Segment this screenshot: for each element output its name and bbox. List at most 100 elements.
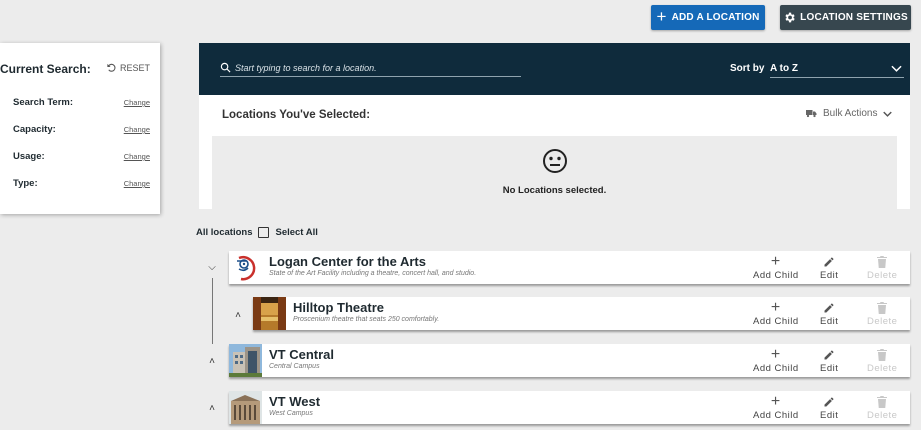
reset-button[interactable]: RESET xyxy=(106,62,150,73)
location-row[interactable]: Logan Center for the Arts State of the A… xyxy=(229,251,910,284)
location-description: Central Campus xyxy=(269,363,320,370)
location-name: Logan Center for the Arts xyxy=(269,254,426,269)
bulk-actions-button[interactable]: Bulk Actions xyxy=(806,108,893,119)
all-locations-header: All locations Select All xyxy=(196,227,318,238)
theatre-photo xyxy=(253,297,286,330)
bulk-actions-label: Bulk Actions xyxy=(823,108,878,119)
expand-chevron[interactable]: ˄ xyxy=(206,356,218,367)
edit-label: Edit xyxy=(820,363,839,374)
location-description: Proscenium theatre that seats 250 comfor… xyxy=(293,316,440,323)
edit-button[interactable]: Edit xyxy=(820,253,838,281)
add-child-label: Add Child xyxy=(753,270,799,281)
edit-button[interactable]: Edit xyxy=(820,346,838,374)
collapse-chevron[interactable]: ⌵ xyxy=(206,262,218,273)
location-settings-label: LOCATION SETTINGS xyxy=(800,12,908,23)
plus-icon: + xyxy=(770,298,781,316)
delete-label: Delete xyxy=(867,270,898,281)
selected-title: Locations You've Selected: xyxy=(222,109,371,121)
search-icon xyxy=(220,62,231,73)
filter-label: Capacity: xyxy=(13,124,56,135)
plus-icon: + xyxy=(656,6,667,26)
pencil-icon xyxy=(823,346,835,363)
delete-button[interactable]: Delete xyxy=(867,393,897,421)
edit-button[interactable]: Edit xyxy=(820,393,838,421)
building-photo xyxy=(229,344,262,377)
sort-label: Sort by xyxy=(730,63,765,74)
change-type-link[interactable]: Change xyxy=(124,179,150,189)
search-header: Start typing to search for a location. S… xyxy=(199,43,910,95)
delete-label: Delete xyxy=(867,316,898,327)
edit-button[interactable]: Edit xyxy=(820,299,838,327)
add-child-label: Add Child xyxy=(753,410,799,421)
filter-label: Search Term: xyxy=(13,97,74,108)
plus-icon: + xyxy=(770,345,781,363)
add-location-label: ADD A LOCATION xyxy=(671,12,760,23)
location-row[interactable]: VT West West Campus + Add Child Edit Del… xyxy=(229,391,910,424)
chevron-down-icon xyxy=(883,111,893,117)
current-search-title: Current Search: xyxy=(0,62,91,76)
search-placeholder: Start typing to search for a location. xyxy=(235,62,377,73)
expand-chevron[interactable]: ˄ xyxy=(206,403,218,414)
change-search-term-link[interactable]: Change xyxy=(124,98,150,108)
location-description: State of the Art Facility including a th… xyxy=(269,270,477,277)
edit-label: Edit xyxy=(820,410,839,421)
select-all-label: Select All xyxy=(275,227,318,238)
chevron-down-icon xyxy=(891,65,902,72)
delete-label: Delete xyxy=(867,410,898,421)
reset-icon xyxy=(107,63,116,72)
neutral-face-icon xyxy=(543,149,567,173)
add-child-button[interactable]: + Add Child xyxy=(753,298,799,328)
delete-button[interactable]: Delete xyxy=(867,346,897,374)
trash-icon xyxy=(877,393,888,410)
plus-icon: + xyxy=(770,392,781,410)
gear-icon xyxy=(785,12,795,23)
current-search-panel: Current Search: RESET Search Term: Chang… xyxy=(0,43,160,214)
filter-usage: Usage: Change xyxy=(13,151,150,162)
filter-label: Usage: xyxy=(13,151,45,162)
sort-value: A to Z xyxy=(770,63,798,74)
filter-label: Type: xyxy=(13,178,38,189)
edit-label: Edit xyxy=(820,270,839,281)
add-location-button[interactable]: + ADD A LOCATION xyxy=(651,5,765,30)
location-name: VT West xyxy=(269,394,321,409)
pencil-icon xyxy=(823,393,835,410)
add-child-button[interactable]: + Add Child xyxy=(753,252,799,282)
add-child-button[interactable]: + Add Child xyxy=(753,392,799,422)
selected-locations-panel: Locations You've Selected: Bulk Actions … xyxy=(199,95,910,209)
delete-label: Delete xyxy=(867,363,898,374)
edit-label: Edit xyxy=(820,316,839,327)
truck-icon xyxy=(806,110,817,118)
sort-select[interactable]: A to Z xyxy=(770,60,904,78)
plus-icon: + xyxy=(770,252,781,270)
delete-button[interactable]: Delete xyxy=(867,253,897,281)
filter-search-term: Search Term: Change xyxy=(13,97,150,108)
trash-icon xyxy=(877,299,888,316)
location-name: Hilltop Theatre xyxy=(293,300,385,315)
all-locations-label: All locations xyxy=(196,227,253,238)
trash-icon xyxy=(877,253,888,270)
change-capacity-link[interactable]: Change xyxy=(124,125,150,135)
location-settings-button[interactable]: LOCATION SETTINGS xyxy=(780,5,911,30)
location-search-input[interactable]: Start typing to search for a location. xyxy=(220,59,521,77)
add-child-label: Add Child xyxy=(753,363,799,374)
location-name: VT Central xyxy=(269,347,335,362)
empty-message: No Locations selected. xyxy=(502,185,607,196)
change-usage-link[interactable]: Change xyxy=(124,152,150,162)
location-row[interactable]: VT Central Central Campus + Add Child Ed… xyxy=(229,344,910,377)
delete-button[interactable]: Delete xyxy=(867,299,897,327)
select-all-checkbox[interactable] xyxy=(258,227,270,238)
logan-logo-icon xyxy=(229,251,262,284)
pencil-icon xyxy=(823,253,835,270)
tree-connector xyxy=(212,278,213,344)
pencil-icon xyxy=(823,299,835,316)
location-row[interactable]: Hilltop Theatre Proscenium theatre that … xyxy=(253,297,910,330)
empty-selection-box: No Locations selected. xyxy=(212,136,897,209)
add-child-label: Add Child xyxy=(753,316,799,327)
reset-label: RESET xyxy=(120,62,151,73)
location-description: West Campus xyxy=(269,410,313,417)
filter-type: Type: Change xyxy=(13,178,150,189)
building-photo xyxy=(229,391,262,424)
expand-chevron[interactable]: ˄ xyxy=(232,310,244,321)
add-child-button[interactable]: + Add Child xyxy=(753,345,799,375)
filter-capacity: Capacity: Change xyxy=(13,124,150,135)
